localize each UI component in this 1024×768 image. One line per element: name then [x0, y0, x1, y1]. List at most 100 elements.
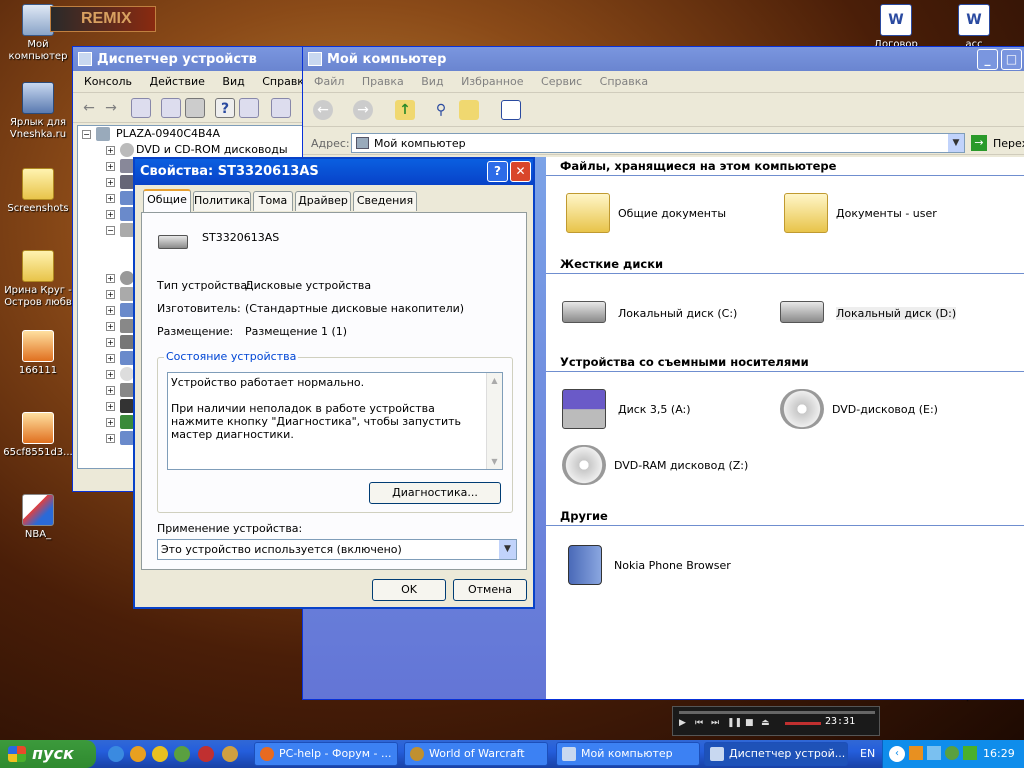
menu-file[interactable]: Файл: [307, 71, 351, 92]
device-manager-titlebar[interactable]: Диспетчер устройств: [73, 47, 307, 71]
back-arrow-icon[interactable]: ←: [313, 100, 333, 120]
tab-driver[interactable]: Драйвер: [295, 191, 351, 211]
play-icon[interactable]: ▶: [679, 718, 686, 728]
expand-icon[interactable]: +: [106, 194, 115, 203]
scan-hardware-icon[interactable]: [271, 98, 291, 118]
expand-icon[interactable]: +: [106, 338, 115, 347]
shield-tray-icon[interactable]: [945, 746, 959, 760]
item-local-disk-d[interactable]: Локальный диск (D:): [780, 293, 980, 337]
item-nokia-phone-browser[interactable]: Nokia Phone Browser: [562, 545, 782, 589]
menu-tools[interactable]: Сервис: [534, 71, 589, 92]
go-button[interactable]: Перех: [993, 137, 1024, 150]
menu-help[interactable]: Справка: [593, 71, 655, 92]
device-status-text[interactable]: Устройство работает нормально. При налич…: [167, 372, 503, 470]
collapse-icon[interactable]: −: [106, 226, 115, 235]
scroll-down-icon[interactable]: ▼: [487, 454, 502, 469]
expand-icon[interactable]: +: [106, 418, 115, 427]
go-arrow-icon[interactable]: →: [971, 135, 987, 151]
scrollbar[interactable]: ▲ ▼: [486, 373, 502, 469]
address-input[interactable]: Мой компьютер ▼: [351, 133, 965, 153]
desktop-icon-acc[interactable]: W acc: [936, 4, 1012, 51]
tab-policies[interactable]: Политика: [193, 191, 251, 211]
tab-volumes[interactable]: Тома: [253, 191, 293, 211]
menu-view[interactable]: Вид: [414, 71, 450, 92]
start-button[interactable]: пуск: [0, 740, 96, 768]
cancel-button[interactable]: Отмена: [453, 579, 527, 601]
tab-details[interactable]: Сведения: [353, 191, 417, 211]
eject-icon[interactable]: ⏏: [761, 718, 770, 728]
menu-action[interactable]: Действие: [143, 71, 212, 92]
item-shared-documents[interactable]: Общие документы: [566, 193, 766, 237]
task-world-of-warcraft[interactable]: World of Warcraft: [404, 742, 548, 766]
item-dvd-e[interactable]: DVD-дисковод (E:): [780, 389, 1000, 433]
expand-icon[interactable]: +: [106, 434, 115, 443]
collapse-icon[interactable]: −: [82, 130, 91, 139]
task-my-computer[interactable]: Мой компьютер: [556, 742, 700, 766]
item-dvd-ram-z[interactable]: DVD-RAM дисковод (Z:): [562, 445, 782, 489]
chevron-down-icon[interactable]: ▼: [948, 134, 964, 152]
quicklaunch-app-icon[interactable]: [222, 746, 238, 762]
forward-arrow-icon[interactable]: →: [101, 98, 121, 118]
desktop-icon-vneshka[interactable]: Ярлык для Vneshka.ru: [0, 82, 76, 141]
folder-up-icon[interactable]: ↑: [395, 100, 415, 120]
volume-bar[interactable]: [785, 722, 821, 725]
properties-titlebar[interactable]: Свойства: ST3320613AS ? ✕: [135, 159, 533, 185]
quicklaunch-app-icon[interactable]: [130, 746, 146, 762]
item-floppy-a[interactable]: Диск 3,5 (A:): [562, 389, 762, 433]
quicklaunch-app-icon[interactable]: [152, 746, 168, 762]
my-computer-titlebar[interactable]: Мой компьютер _ □: [303, 47, 1024, 71]
expand-icon[interactable]: +: [106, 306, 115, 315]
forward-arrow-icon[interactable]: →: [353, 100, 373, 120]
tray-expand-icon[interactable]: ‹: [889, 746, 905, 762]
next-icon[interactable]: ⏭: [711, 718, 719, 728]
menu-help[interactable]: Справка: [255, 71, 307, 92]
expand-icon[interactable]: +: [106, 146, 115, 155]
help-icon[interactable]: ?: [215, 98, 235, 118]
tree-root[interactable]: − PLAZA-0940C4B4A: [78, 126, 302, 142]
scroll-up-icon[interactable]: ▲: [487, 373, 502, 388]
desktop-icon-166111[interactable]: 166111: [0, 330, 76, 377]
quicklaunch-app-icon[interactable]: [174, 746, 190, 762]
expand-icon[interactable]: +: [106, 290, 115, 299]
expand-icon[interactable]: +: [106, 210, 115, 219]
quicklaunch-app-icon[interactable]: [198, 746, 214, 762]
expand-icon[interactable]: +: [106, 274, 115, 283]
item-user-documents[interactable]: Документы - user: [784, 193, 984, 237]
ok-button[interactable]: OK: [372, 579, 446, 601]
close-button[interactable]: ✕: [510, 161, 531, 182]
expand-icon[interactable]: +: [106, 178, 115, 187]
folders-icon[interactable]: [459, 100, 479, 120]
print-icon[interactable]: [185, 98, 205, 118]
media-player-tray-icon[interactable]: [909, 746, 923, 760]
language-indicator[interactable]: EN: [860, 740, 875, 768]
menu-edit[interactable]: Правка: [355, 71, 411, 92]
stop-icon[interactable]: ■: [745, 718, 754, 728]
clock[interactable]: 16:29: [983, 740, 1015, 768]
search-icon[interactable]: ⚲: [431, 100, 451, 120]
console-tree-icon[interactable]: [131, 98, 151, 118]
previous-icon[interactable]: ⏮: [695, 718, 703, 728]
menu-view[interactable]: Вид: [215, 71, 251, 92]
help-button[interactable]: ?: [487, 161, 508, 182]
tab-general[interactable]: Общие: [143, 189, 191, 212]
internet-explorer-icon[interactable]: [108, 746, 124, 762]
properties-icon[interactable]: [161, 98, 181, 118]
seek-bar[interactable]: [679, 711, 875, 714]
update-tray-icon[interactable]: [963, 746, 977, 760]
tree-item-dvd[interactable]: + DVD и CD-ROM дисководы: [78, 142, 302, 158]
task-pc-help[interactable]: PC-help - Форум - ...: [254, 742, 398, 766]
back-arrow-icon[interactable]: ←: [79, 98, 99, 118]
device-usage-select[interactable]: Это устройство используется (включено) ▼: [157, 539, 517, 560]
desktop-icon-nba[interactable]: NBA_: [0, 494, 76, 541]
pause-icon[interactable]: ❚❚: [727, 718, 742, 728]
task-device-manager[interactable]: Диспетчер устрой...: [704, 742, 848, 766]
minimize-button[interactable]: _: [977, 49, 998, 70]
expand-icon[interactable]: +: [106, 354, 115, 363]
expand-icon[interactable]: +: [106, 386, 115, 395]
menu-console[interactable]: Консоль: [77, 71, 139, 92]
desktop-icon-dogovor[interactable]: W Договор: [858, 4, 934, 51]
view-icon[interactable]: [239, 98, 259, 118]
expand-icon[interactable]: +: [106, 370, 115, 379]
views-icon[interactable]: [501, 100, 521, 120]
desktop-icon-65cf[interactable]: 65cf8551d3...: [0, 412, 76, 459]
